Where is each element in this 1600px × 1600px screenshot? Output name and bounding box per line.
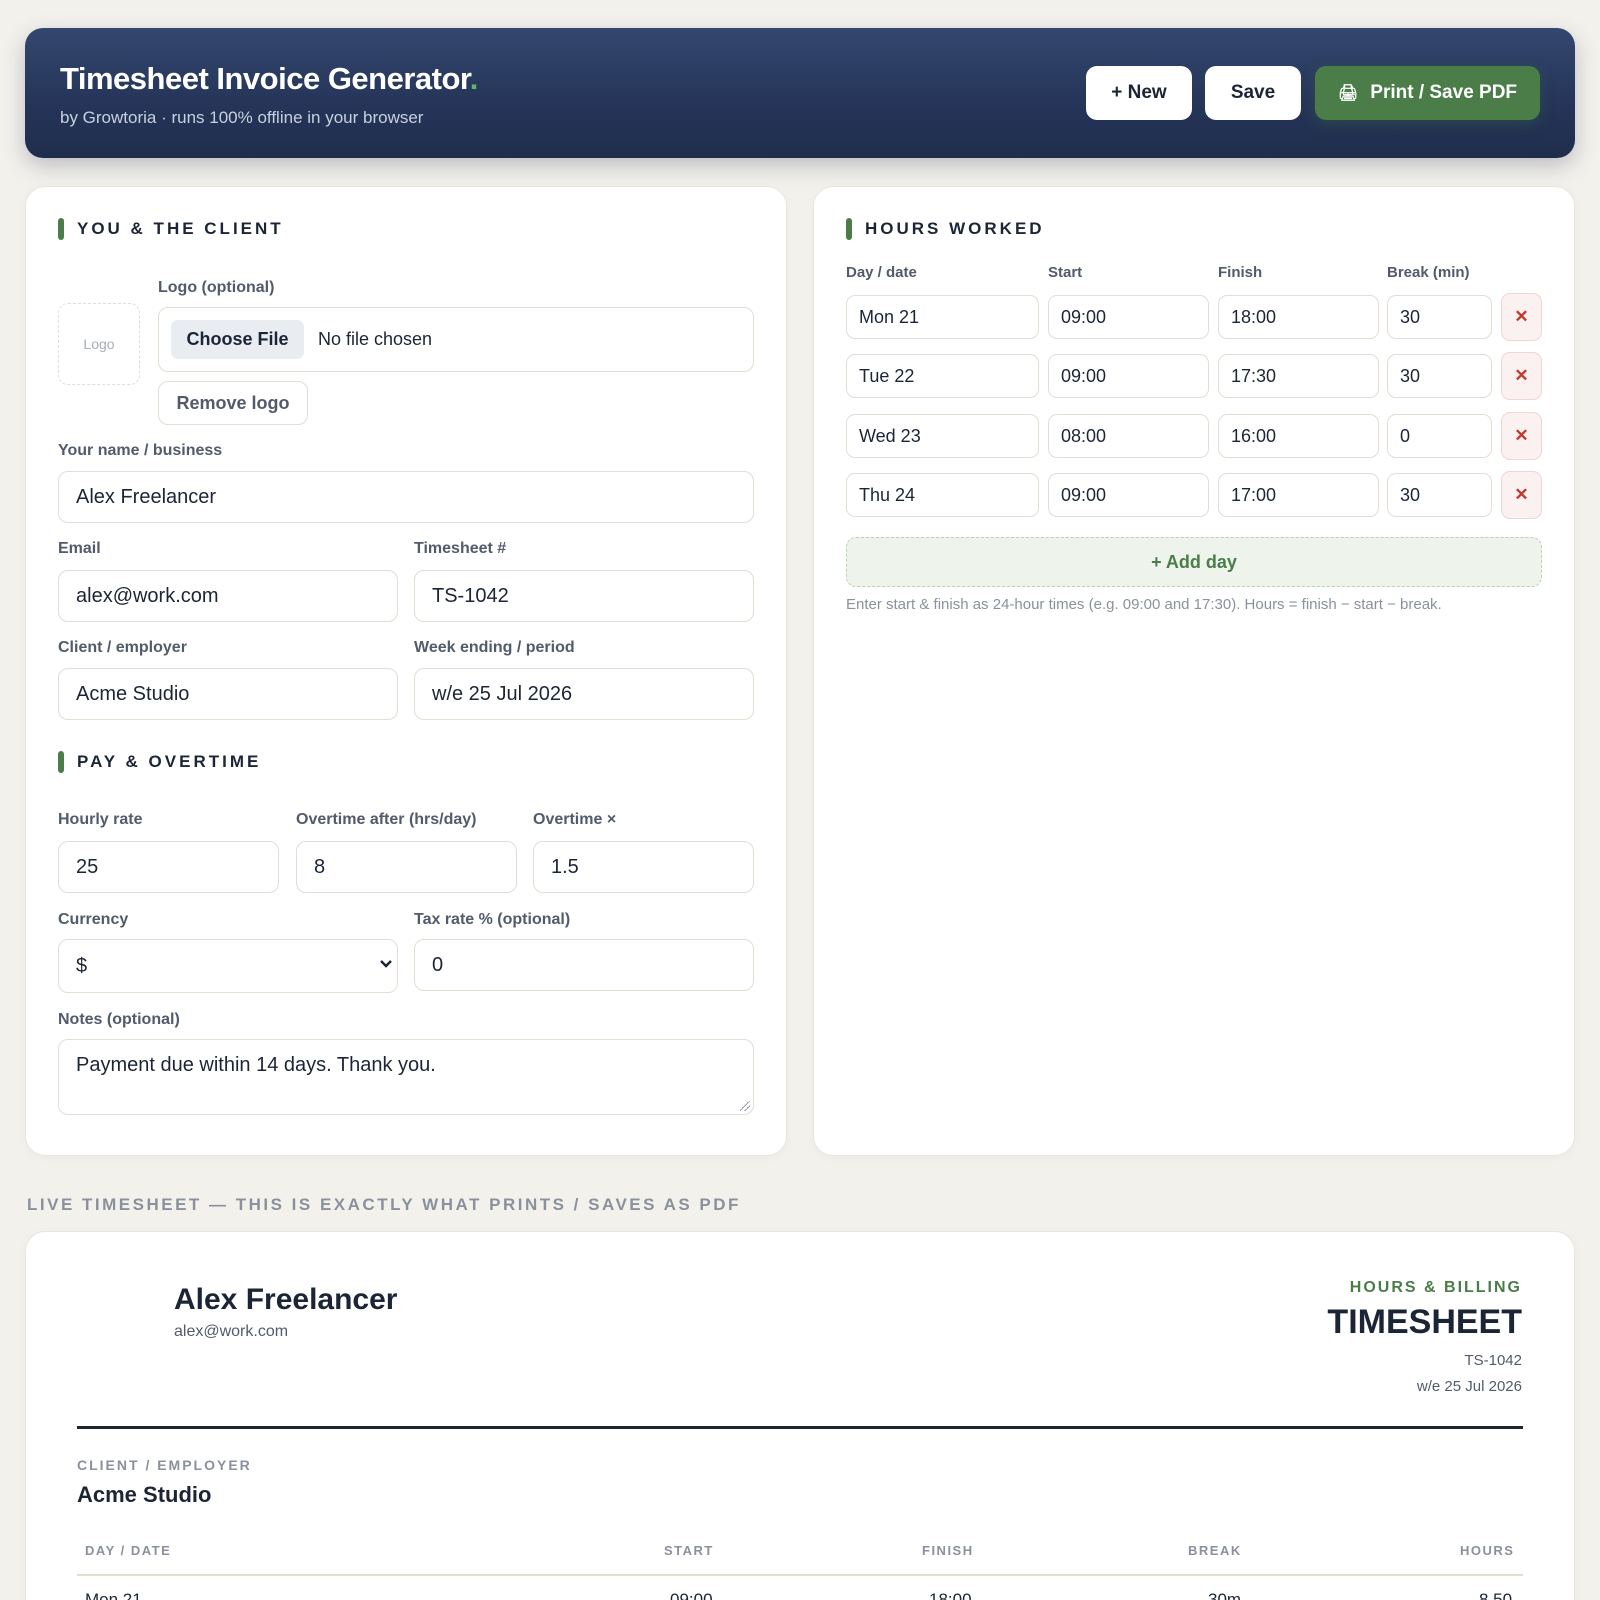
break-input[interactable]: 30 xyxy=(1387,354,1492,398)
printer-icon: 🖨 xyxy=(1337,85,1359,102)
hours-hint: Enter start & finish as 24-hour times (e… xyxy=(846,596,1442,613)
column-finish: Finish xyxy=(1218,264,1263,281)
preview-label: LIVE TIMESHEET — THIS IS EXACTLY WHAT PR… xyxy=(27,1195,741,1214)
preview-col-finish: FINISH xyxy=(922,1543,974,1558)
finish-input[interactable]: 18:00 xyxy=(1218,295,1379,339)
preview-col-day: DAY / DATE xyxy=(85,1543,172,1558)
app-header: Timesheet Invoice Generator. by Growtori… xyxy=(25,28,1575,158)
overtime-multiplier-label: Overtime × xyxy=(533,811,617,828)
preview-cell-finish: 18:00 xyxy=(929,1590,972,1600)
break-input[interactable]: 0 xyxy=(1387,414,1492,458)
chevron-down-icon xyxy=(379,956,393,972)
currency-select[interactable]: $ xyxy=(58,939,398,993)
break-input[interactable]: 30 xyxy=(1387,295,1492,339)
overtime-after-label: Overtime after (hrs/day) xyxy=(296,811,477,828)
delete-row-button[interactable]: ✕ xyxy=(1501,352,1542,400)
tax-rate-label: Tax rate % (optional) xyxy=(414,911,571,928)
email-input[interactable]: alex@work.com xyxy=(58,570,398,622)
break-input[interactable]: 30 xyxy=(1387,473,1492,517)
notes-label: Notes (optional) xyxy=(58,1011,180,1028)
section-title-hours: HOURS WORKED xyxy=(846,218,1045,240)
preview-number: TS-1042 xyxy=(1464,1352,1522,1369)
preview-col-start: START xyxy=(664,1543,714,1558)
preview-col-hours: HOURS xyxy=(1460,1543,1515,1558)
currency-value: $ xyxy=(76,954,88,977)
hourly-rate-label: Hourly rate xyxy=(58,811,143,828)
choose-file-button[interactable]: Choose File xyxy=(171,320,304,359)
logo-label: Logo (optional) xyxy=(158,279,275,296)
period-input[interactable]: w/e 25 Jul 2026 xyxy=(414,668,754,720)
file-status: No file chosen xyxy=(318,329,433,349)
preview-col-break: BREAK xyxy=(1188,1543,1242,1558)
overtime-multiplier-input[interactable]: 1.5 xyxy=(533,841,754,893)
preview-cell-start: 09:00 xyxy=(670,1590,713,1600)
hourly-rate-input[interactable]: 25 xyxy=(58,841,279,893)
remove-logo-button[interactable]: Remove logo xyxy=(158,381,308,425)
column-day: Day / date xyxy=(846,264,917,281)
column-start: Start xyxy=(1048,264,1083,281)
currency-label: Currency xyxy=(58,911,129,928)
start-input[interactable]: 09:00 xyxy=(1048,295,1209,339)
add-day-button[interactable]: + Add day xyxy=(846,537,1542,587)
notes-textarea[interactable]: Payment due within 14 days. Thank you. xyxy=(58,1039,754,1115)
print-pdf-label: Print / Save PDF xyxy=(1370,82,1518,103)
start-input[interactable]: 09:00 xyxy=(1048,354,1209,398)
preview-cell-hours: 8.50 xyxy=(1479,1590,1513,1600)
period-label: Week ending / period xyxy=(414,639,575,656)
section-title-client: YOU & THE CLIENT xyxy=(58,218,284,240)
tax-rate-input[interactable]: 0 xyxy=(414,939,754,991)
close-icon: ✕ xyxy=(1514,426,1529,445)
delete-row-button[interactable]: ✕ xyxy=(1501,471,1542,519)
delete-row-button[interactable]: ✕ xyxy=(1501,293,1542,341)
logo-file-input[interactable]: Choose File No file chosen xyxy=(158,307,754,372)
preview-divider xyxy=(77,1426,1523,1429)
timesheet-number-label: Timesheet # xyxy=(414,540,507,557)
delete-row-button[interactable]: ✕ xyxy=(1501,412,1542,460)
finish-input[interactable]: 17:30 xyxy=(1218,354,1379,398)
day-input[interactable]: Thu 24 xyxy=(846,473,1039,517)
print-pdf-button[interactable]: 🖨 Print / Save PDF xyxy=(1315,66,1540,120)
preview-client: Acme Studio xyxy=(77,1482,212,1507)
preview-client-label: CLIENT / EMPLOYER xyxy=(77,1457,252,1473)
new-button[interactable]: + New xyxy=(1086,66,1192,120)
resize-handle-icon[interactable] xyxy=(740,1101,750,1111)
close-icon: ✕ xyxy=(1514,366,1529,385)
close-icon: ✕ xyxy=(1514,485,1529,504)
preview-period: w/e 25 Jul 2026 xyxy=(1416,1378,1522,1395)
start-input[interactable]: 08:00 xyxy=(1048,414,1209,458)
finish-input[interactable]: 17:00 xyxy=(1218,473,1379,517)
notes-value: Payment due within 14 days. Thank you. xyxy=(76,1054,436,1076)
section-title-pay: PAY & OVERTIME xyxy=(58,751,261,773)
name-input[interactable]: Alex Freelancer xyxy=(58,471,754,523)
preview-name: Alex Freelancer xyxy=(174,1283,398,1316)
app-subtitle: by Growtoria · runs 100% offline in your… xyxy=(60,108,424,127)
overtime-after-input[interactable]: 8 xyxy=(296,841,517,893)
preview-cell-break: 30m xyxy=(1208,1590,1242,1600)
preview-cell-day: Mon 21 xyxy=(85,1590,142,1600)
finish-input[interactable]: 16:00 xyxy=(1218,414,1379,458)
day-input[interactable]: Mon 21 xyxy=(846,295,1039,339)
save-button[interactable]: Save xyxy=(1205,66,1301,120)
preview-table-rule xyxy=(77,1574,1523,1576)
client-label: Client / employer xyxy=(58,639,187,656)
day-input[interactable]: Wed 23 xyxy=(846,414,1039,458)
client-input[interactable]: Acme Studio xyxy=(58,668,398,720)
preview-email: alex@work.com xyxy=(174,1323,289,1340)
day-input[interactable]: Tue 22 xyxy=(846,354,1039,398)
preview-doc-title: TIMESHEET xyxy=(1327,1303,1522,1341)
email-label: Email xyxy=(58,540,101,557)
timesheet-number-input[interactable]: TS-1042 xyxy=(414,570,754,622)
app-title: Timesheet Invoice Generator. xyxy=(60,61,478,96)
name-label: Your name / business xyxy=(58,442,223,459)
close-icon: ✕ xyxy=(1514,307,1529,326)
start-input[interactable]: 09:00 xyxy=(1048,473,1209,517)
preview-kicker: HOURS & BILLING xyxy=(1349,1279,1522,1296)
logo-preview: Logo xyxy=(58,303,140,385)
column-break: Break (min) xyxy=(1387,264,1470,281)
